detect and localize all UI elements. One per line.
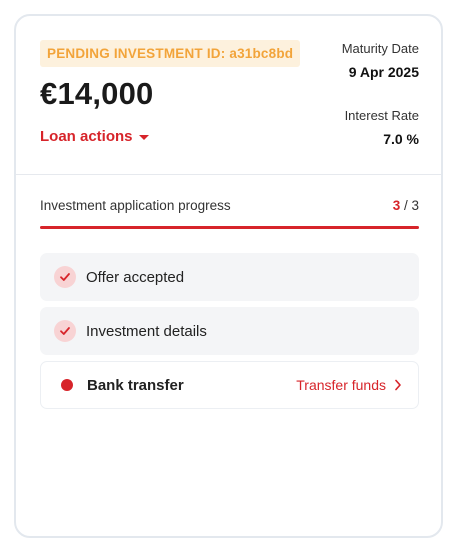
section-divider [16, 174, 441, 175]
step-label: Investment details [86, 322, 207, 340]
step-label: Bank transfer [87, 376, 184, 394]
investment-amount: €14,000 [40, 76, 154, 111]
dot-icon [61, 379, 73, 391]
loan-actions-dropdown[interactable]: Loan actions [40, 128, 149, 145]
progress-label: Investment application progress [40, 198, 231, 213]
investment-card: PENDING INVESTMENT ID: a31bc8bd €14,000 … [14, 14, 443, 538]
transfer-funds-label: Transfer funds [296, 377, 386, 393]
progress-total: 3 [411, 198, 419, 213]
transfer-funds-link[interactable]: Transfer funds [296, 377, 402, 393]
step-investment-details: Investment details [40, 307, 419, 355]
progress-separator: / [400, 198, 412, 213]
step-offer-accepted: Offer accepted [40, 253, 419, 301]
maturity-date-label: Maturity Date [341, 41, 419, 56]
step-bank-transfer: Bank transfer Transfer funds [40, 361, 419, 409]
progress-bar [40, 226, 419, 229]
caret-down-icon [138, 135, 149, 140]
interest-rate-label: Interest Rate [344, 108, 419, 123]
interest-rate-value: 7.0 % [383, 131, 419, 147]
chevron-right-icon [395, 379, 401, 391]
loan-actions-label: Loan actions [40, 128, 133, 145]
pending-investment-badge: PENDING INVESTMENT ID: a31bc8bd [40, 40, 301, 67]
check-icon [54, 266, 76, 288]
maturity-date-value: 9 Apr 2025 [348, 64, 419, 80]
progress-bar-fill [40, 226, 419, 229]
progress-count: 3 / 3 [393, 198, 419, 213]
check-icon [54, 320, 76, 342]
step-label: Offer accepted [86, 268, 185, 286]
